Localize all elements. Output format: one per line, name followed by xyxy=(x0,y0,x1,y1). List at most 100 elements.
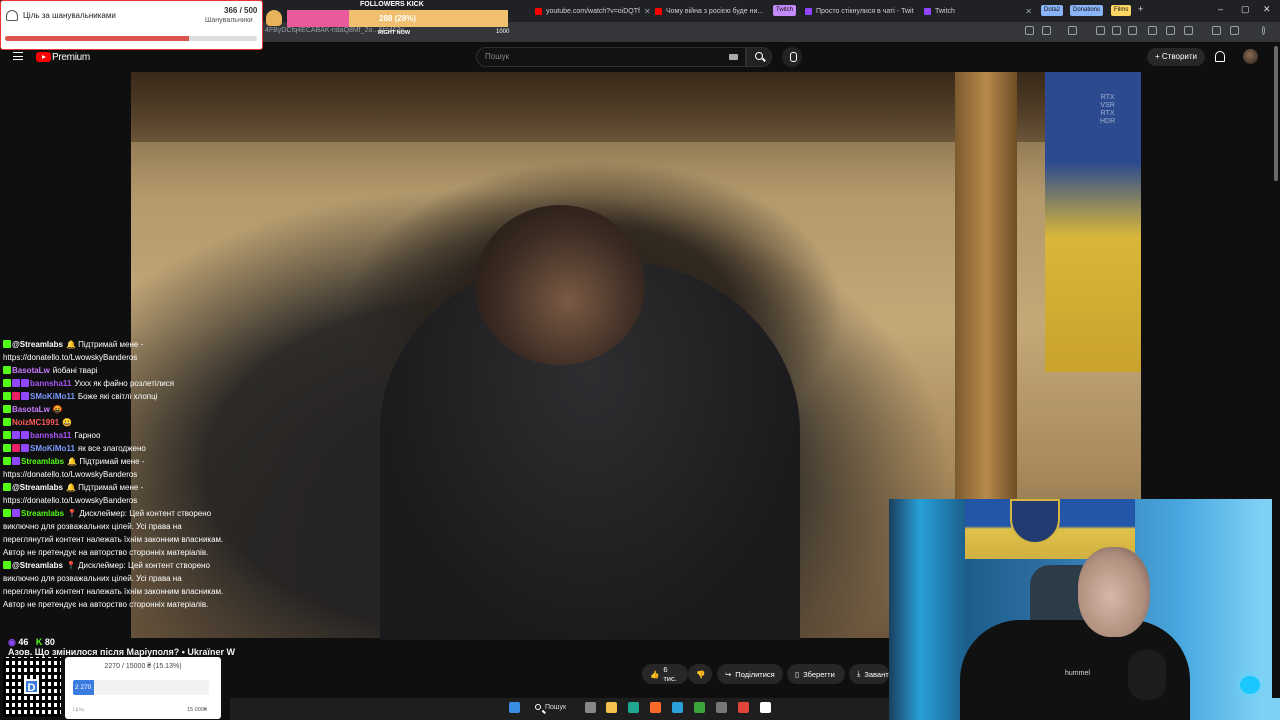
chat-message: BasotaLw йобані тварі xyxy=(3,364,225,377)
chat-username[interactable]: Streamlabs xyxy=(21,457,64,466)
extension-icon[interactable] xyxy=(1128,26,1137,35)
chat-username[interactable]: @Streamlabs xyxy=(12,561,63,570)
youtube-logo-icon[interactable] xyxy=(36,52,51,62)
voice-search-button[interactable] xyxy=(782,47,802,67)
youtube-premium-label[interactable]: Premium xyxy=(52,52,90,63)
chat-username[interactable]: SMoKiMo11 xyxy=(30,392,75,401)
twitch-favicon-icon xyxy=(805,8,812,15)
chat-username[interactable]: BasotaLw xyxy=(12,405,50,414)
chat-badge-icon xyxy=(12,392,20,400)
browser-tab[interactable]: Twitch ✕ xyxy=(924,3,1032,20)
like-button[interactable]: 👍 6 тис. xyxy=(642,664,688,684)
chat-badge-icon xyxy=(3,444,11,452)
chrome-icon[interactable] xyxy=(738,702,749,713)
viewer-counts: ◉ 46 K 80 xyxy=(8,637,55,648)
thumbs-down-icon: 👎 xyxy=(696,669,706,679)
new-tab-icon[interactable]: + xyxy=(1138,4,1143,14)
create-button[interactable]: + Створити xyxy=(1147,48,1205,66)
taskbar-search[interactable]: Пошук xyxy=(533,700,573,716)
share-label: Поділитися xyxy=(735,669,775,679)
donation-progress-text: 2270 / 15000 ₴ (15.13%) xyxy=(104,663,182,670)
firefox-icon[interactable] xyxy=(650,702,661,713)
telegram-icon[interactable] xyxy=(672,702,683,713)
edge-icon[interactable] xyxy=(628,702,639,713)
webcam-microphone xyxy=(1128,650,1166,700)
download-button[interactable]: ⤓ Завант xyxy=(849,664,889,684)
maximize-window-button[interactable]: ▢ xyxy=(1241,4,1250,15)
chat-badge-icon xyxy=(3,431,11,439)
file-explorer-icon[interactable] xyxy=(606,702,617,713)
chat-username[interactable]: @Streamlabs xyxy=(12,340,63,349)
kick-progress-value: 288 (28%) xyxy=(379,14,416,23)
search-input[interactable]: Пошук xyxy=(476,47,746,67)
bookmark-star-icon[interactable] xyxy=(1042,26,1051,35)
profile-icon[interactable] xyxy=(1230,26,1239,35)
search-icon xyxy=(755,52,763,60)
chat-badge-icon xyxy=(3,561,11,569)
cast-icon[interactable] xyxy=(1025,26,1034,35)
chat-badge-icon xyxy=(21,431,29,439)
chat-username[interactable]: bannsha11 xyxy=(30,431,71,440)
dislike-button[interactable]: 👎 xyxy=(688,664,712,684)
save-button[interactable]: ▯ Зберегти xyxy=(787,664,845,684)
share-button[interactable]: ↪ Поділитися xyxy=(717,664,783,684)
donation-progress-bar: 2 270 xyxy=(73,680,209,695)
tab-group-donations[interactable]: Donations xyxy=(1070,5,1104,16)
avatar[interactable] xyxy=(1243,49,1258,64)
hamburger-menu-icon[interactable] xyxy=(13,52,23,60)
extension-icon[interactable] xyxy=(1096,26,1105,35)
extension-icon[interactable] xyxy=(1148,26,1157,35)
browser-tab[interactable]: Просто стікнулися в чаті - Twit ✕ xyxy=(805,3,917,20)
chat-username[interactable]: @Streamlabs xyxy=(12,483,63,492)
windows-start-icon[interactable] xyxy=(509,702,520,713)
browser-tab[interactable]: Чому війна з росією буде ни... ✕ xyxy=(655,3,767,20)
chat-badge-icon xyxy=(3,340,11,348)
qr-logo: D xyxy=(24,679,39,694)
chat-text: 🤬 xyxy=(52,405,63,414)
extension-icon[interactable] xyxy=(1212,26,1221,35)
tab-group-twitch[interactable]: Twitch xyxy=(773,5,797,16)
tab-title: Чому війна з росією буде ни... xyxy=(666,8,764,15)
obs-icon[interactable] xyxy=(716,702,727,713)
steam-icon[interactable] xyxy=(760,702,771,713)
extension-icon[interactable] xyxy=(1068,26,1077,35)
donation-max-label: 15 000₴ xyxy=(187,707,207,713)
chat-text: 😀 xyxy=(62,418,73,427)
chat-username[interactable]: NoizMC1991 xyxy=(12,418,59,427)
youtube-favicon-icon xyxy=(655,8,662,15)
close-tab-icon[interactable]: ✕ xyxy=(644,7,650,16)
close-window-button[interactable]: ✕ xyxy=(1263,4,1271,15)
youtube-favicon-icon xyxy=(535,8,542,15)
keyboard-icon[interactable] xyxy=(729,54,738,60)
webcam-streamer-head xyxy=(1078,547,1150,637)
extension-icon[interactable] xyxy=(1166,26,1175,35)
minimize-window-button[interactable]: – xyxy=(1218,4,1223,14)
save-label: Зберегти xyxy=(803,669,835,679)
chat-badge-icon xyxy=(12,457,20,465)
donation-progress-fill: 2 270 xyxy=(73,680,94,695)
chat-text: Ухxх як файно розлетілися xyxy=(74,379,175,388)
xbox-icon[interactable] xyxy=(694,702,705,713)
tab-title: youtube.com/watch?v=oiDQTf xyxy=(546,8,640,15)
chat-username[interactable]: BasotaLw xyxy=(12,366,50,375)
chat-message: bannsha11 Гарноо xyxy=(3,429,225,442)
scrollbar-thumb[interactable] xyxy=(1274,46,1278,181)
extension-icon[interactable] xyxy=(1112,26,1121,35)
goal-count: 366 / 500 xyxy=(224,6,258,15)
chat-username[interactable]: Streamlabs xyxy=(21,509,64,518)
rtx-badge: RTX VSR RTX HDR xyxy=(1100,94,1115,126)
close-tab-icon[interactable]: ✕ xyxy=(1025,7,1032,16)
tab-group-dota2[interactable]: Dota2 xyxy=(1041,5,1064,16)
task-view-icon[interactable] xyxy=(585,702,596,713)
video-frame-head xyxy=(475,205,645,365)
chat-username[interactable]: SMoKiMo11 xyxy=(30,444,75,453)
taskbar-search-label: Пошук xyxy=(545,704,567,711)
notifications-bell-icon[interactable] xyxy=(1215,51,1225,62)
tab-group-films[interactable]: Films xyxy=(1111,5,1132,16)
search-button[interactable] xyxy=(746,47,772,67)
chat-username[interactable]: bannsha11 xyxy=(30,379,71,388)
browser-tab[interactable]: youtube.com/watch?v=oiDQTf ✕ xyxy=(535,3,650,20)
twitch-favicon-icon xyxy=(924,8,931,15)
more-menu-icon[interactable] xyxy=(1262,26,1265,35)
extension-icon[interactable] xyxy=(1184,26,1193,35)
